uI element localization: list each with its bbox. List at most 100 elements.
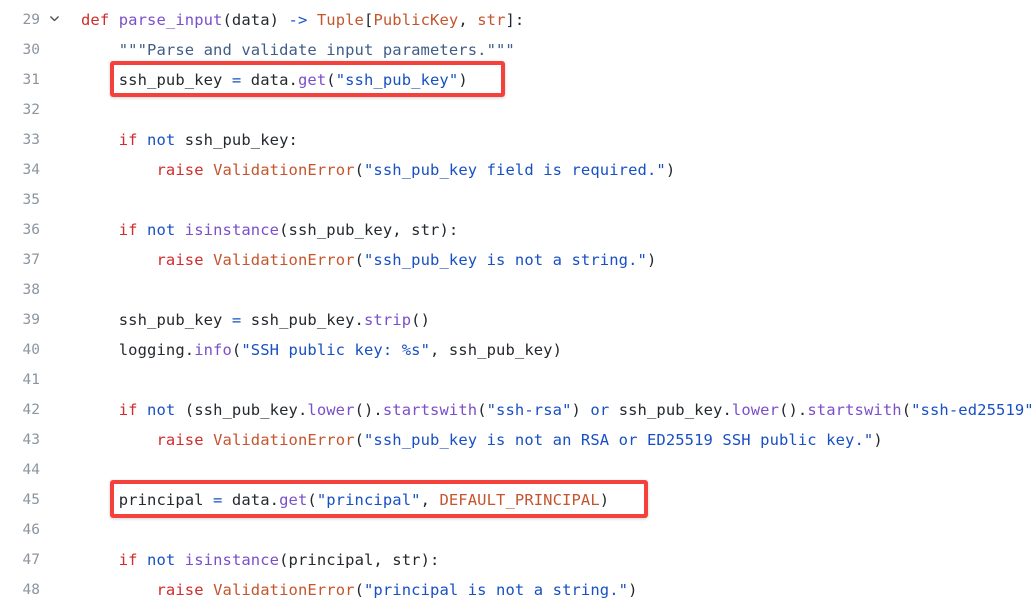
code-line-text[interactable]: logging.info("SSH public key: %s", ssh_p… [81,335,562,365]
code-line[interactable]: 30 """Parse and validate input parameter… [0,35,1035,65]
code-line-text[interactable]: raise ValidationError("principal is not … [81,575,638,605]
token-fn: info [194,341,232,359]
code-line[interactable]: 29 def parse_input(data) -> Tuple[PublicK… [0,5,1035,35]
line-number: 33 [22,132,40,148]
token-fn: startswith [382,401,478,419]
token-pl: ssh_pub_key: [175,131,298,149]
code-line[interactable]: 38 [0,275,1035,305]
code-line-text[interactable]: if not (ssh_pub_key.lower().startswith("… [81,395,1035,425]
code-line-text[interactable]: if not ssh_pub_key: [81,125,298,155]
code-line[interactable]: 47 if not isinstance(principal, str): [0,545,1035,575]
line-number: 48 [22,582,40,598]
token-pl: ssh_pub_key. [609,401,732,419]
token-cls: str [477,11,506,29]
code-line-text[interactable]: raise ValidationError("ssh_pub_key is no… [81,245,656,275]
line-number: 39 [22,312,40,328]
token-pl: ) [599,491,610,509]
token-pl: (ssh_pub_key, str): [279,221,459,239]
token-pl: (data) [222,11,289,29]
code-line-text[interactable]: raise ValidationError("ssh_pub_key is no… [81,425,883,455]
token-str: "ssh_pub_key is not an RSA or ED25519 SS… [364,431,874,449]
code-line[interactable]: 48 raise ValidationError("principal is n… [0,575,1035,605]
token-kw2: not [147,221,176,239]
code-line-text[interactable]: if not isinstance(ssh_pub_key, str): [81,215,458,245]
token-kw: raise [156,431,204,449]
code-line[interactable]: 40 logging.info("SSH public key: %s", ss… [0,335,1035,365]
code-line[interactable]: 31 ssh_pub_key = data.get("ssh_pub_key") [0,65,1035,95]
line-number: 45 [22,492,40,508]
token-kw: if [118,551,138,569]
token-pl: data. [241,71,298,89]
code-line[interactable]: 42 if not (ssh_pub_key.lower().startswit… [0,395,1035,425]
token-pl: ( [354,581,364,599]
token-pl: , [420,491,440,509]
token-cls: ValidationError [213,251,355,269]
code-line[interactable]: 45 principal = data.get("principal", DEF… [0,485,1035,515]
chevron-down-icon[interactable] [40,5,68,35]
token-pl: () [411,311,431,329]
token-kw2: -> [288,11,308,29]
token-str: "ssh_pub_key is not a string." [364,251,647,269]
token-pl: (). [354,401,383,419]
token-op: = [231,311,242,329]
token-op: = [231,71,242,89]
code-line[interactable]: 46 [0,515,1035,545]
line-number: 29 [22,12,40,28]
token-kw: raise [156,161,204,179]
token-fn: isinstance [184,551,280,569]
line-number: 42 [22,402,40,418]
line-number: 46 [22,522,40,538]
code-line-text[interactable]: principal = data.get("principal", DEFAUL… [81,485,609,515]
code-line-text[interactable]: """Parse and validate input parameters."… [81,35,515,65]
token-str: "principal is not a string." [364,581,629,599]
token-kw: if [118,401,138,419]
code-line-text[interactable]: def parse_input(data) -> Tuple[PublicKey… [81,5,524,35]
token-pl: , [458,11,478,29]
code-line[interactable]: 41 [0,365,1035,395]
line-number: 41 [22,372,40,388]
token-pl: ( [354,161,364,179]
code-line-text[interactable]: raise ValidationError("ssh_pub_key field… [81,155,675,185]
code-line-text[interactable]: if not isinstance(principal, str): [81,545,440,575]
token-fn: parse_input [118,11,223,29]
token-pl: ( [477,401,487,419]
token-str: "ssh_pub_key field is required." [364,161,666,179]
token-cls: ValidationError [213,161,355,179]
token-pl: ) [873,431,883,449]
token-pl: ( [231,341,242,359]
code-line[interactable]: 36 if not isinstance(ssh_pub_key, str): [0,215,1035,245]
code-lines-container[interactable]: 29 def parse_input(data) -> Tuple[PublicK… [0,0,1035,605]
token-cls: ValidationError [213,581,355,599]
token-pl: ) [665,161,676,179]
line-number: 31 [22,72,40,88]
code-line[interactable]: 39 ssh_pub_key = ssh_pub_key.strip() [0,305,1035,335]
code-editor-viewport[interactable]: 29 def parse_input(data) -> Tuple[PublicK… [0,0,1035,606]
token-fn: get [279,491,308,509]
code-line[interactable]: 43 raise ValidationError("ssh_pub_key is… [0,425,1035,455]
token-kw2: or [590,401,610,419]
code-line[interactable]: 33 if not ssh_pub_key: [0,125,1035,155]
code-line[interactable]: 35 [0,185,1035,215]
code-line-text[interactable]: ssh_pub_key = ssh_pub_key.strip() [81,305,430,335]
code-line[interactable]: 34 raise ValidationError("ssh_pub_key fi… [0,155,1035,185]
code-line[interactable]: 32 [0,95,1035,125]
code-line-text[interactable]: ssh_pub_key = data.get("ssh_pub_key") [81,65,468,95]
code-line[interactable]: 44 [0,455,1035,485]
token-pl: ( [307,491,317,509]
code-line[interactable]: 37 raise ValidationError("ssh_pub_key is… [0,245,1035,275]
token-pl: ( [354,431,364,449]
token-str: "SSH public key: %s" [241,341,430,359]
token-fn: startswith [807,401,902,419]
token-str: "principal" [316,491,421,509]
token-pl: , ssh_pub_key) [430,341,563,359]
